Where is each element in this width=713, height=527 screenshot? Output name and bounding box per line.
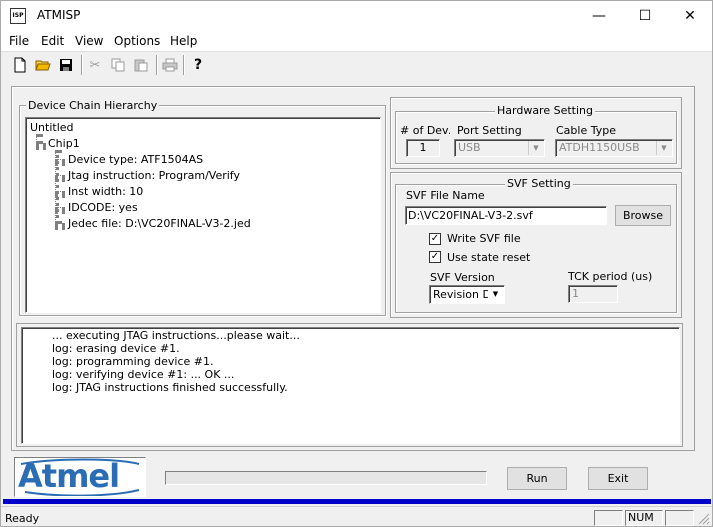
run-button[interactable]: Run xyxy=(507,467,567,490)
minimize-button[interactable]: — xyxy=(576,1,622,31)
cable-type-label: Cable Type xyxy=(556,124,616,137)
svf-file-label: SVF File Name xyxy=(406,189,485,202)
new-button[interactable] xyxy=(10,55,30,75)
num-dev-label: # of Dev. xyxy=(400,124,452,137)
exit-button[interactable]: Exit xyxy=(588,467,648,490)
tree-idcode[interactable]: IDCODE: yes xyxy=(68,201,138,214)
paste-button[interactable] xyxy=(131,55,151,75)
device-tree[interactable]: Untitled Chip1 Device type: ATF1504AS Jt… xyxy=(25,117,381,313)
open-folder-icon xyxy=(35,60,51,71)
status-text: Ready xyxy=(5,512,40,525)
menu-help[interactable]: Help xyxy=(170,34,197,48)
log-line: log: verifying device #1: ... OK ... xyxy=(52,368,235,381)
status-panel-caps xyxy=(594,510,623,526)
port-setting-label: Port Setting xyxy=(457,124,522,137)
print-button[interactable] xyxy=(160,55,180,75)
copy-button[interactable] xyxy=(108,55,128,75)
svf-title: SVF Setting xyxy=(505,177,573,190)
copy-icon xyxy=(111,58,125,72)
close-button[interactable]: ✕ xyxy=(667,1,713,31)
app-icon: ISP xyxy=(10,8,26,24)
menu-view[interactable]: View xyxy=(75,34,103,48)
resize-grip-icon[interactable] xyxy=(698,513,710,525)
menu-edit[interactable]: Edit xyxy=(41,34,64,48)
paste-icon xyxy=(134,59,148,72)
help-icon: ? xyxy=(193,57,203,73)
port-setting-value: USB xyxy=(458,141,481,154)
log-line: log: JTAG instructions finished successf… xyxy=(52,381,288,394)
device-chain-title: Device Chain Hierarchy xyxy=(26,99,160,112)
log-output[interactable]: ... executing JTAG instructions...please… xyxy=(21,327,680,444)
print-icon xyxy=(162,58,178,72)
port-setting-select[interactable]: USB ▼ xyxy=(454,139,545,157)
app-window: ISP ATMISP — ☐ ✕ File Edit View Options … xyxy=(0,0,713,527)
browse-button[interactable]: Browse xyxy=(615,205,671,226)
atmel-logo: Atmel xyxy=(14,457,146,497)
toolbar: ✂ ? xyxy=(1,51,712,77)
chevron-down-icon: ▼ xyxy=(656,141,671,155)
menu-file[interactable]: File xyxy=(9,34,29,48)
chevron-down-icon: ▼ xyxy=(528,141,543,155)
save-icon xyxy=(60,59,72,71)
log-line: ... executing JTAG instructions...please… xyxy=(52,329,300,342)
tree-inst-width[interactable]: Inst width: 10 xyxy=(68,185,143,198)
log-line: log: erasing device #1. xyxy=(52,342,180,355)
num-dev-field[interactable]: 1 xyxy=(406,139,440,157)
tree-jedec-file[interactable]: Jedec file: D:\VC20FINAL-V3-2.jed xyxy=(68,217,251,230)
svf-version-value: Revision D xyxy=(433,288,491,301)
save-button[interactable] xyxy=(56,55,76,75)
open-button[interactable] xyxy=(33,55,53,75)
help-button[interactable]: ? xyxy=(188,55,208,75)
tree-root[interactable]: Untitled xyxy=(30,121,74,134)
tree-device-type[interactable]: Device type: ATF1504AS xyxy=(68,153,203,166)
tree-chip[interactable]: Chip1 xyxy=(48,137,80,150)
progress-bar xyxy=(165,471,487,485)
menu-options[interactable]: Options xyxy=(114,34,160,48)
minimize-icon: — xyxy=(592,8,606,24)
new-file-icon xyxy=(14,57,26,73)
chevron-down-icon: ▼ xyxy=(488,287,503,302)
checkmark-icon: ✓ xyxy=(430,233,440,244)
tck-period-label: TCK period (us) xyxy=(568,270,653,283)
svf-version-select[interactable]: Revision D ▼ xyxy=(429,285,505,304)
close-icon: ✕ xyxy=(684,8,696,24)
write-svf-label[interactable]: Write SVF file xyxy=(447,232,521,245)
atmel-logo-text: Atmel xyxy=(18,457,120,495)
write-svf-checkbox[interactable]: ✓ xyxy=(429,233,441,245)
maximize-button[interactable]: ☐ xyxy=(622,1,668,31)
state-reset-checkbox[interactable]: ✓ xyxy=(429,251,441,263)
hardware-title: Hardware Setting xyxy=(495,104,595,117)
svf-version-label: SVF Version xyxy=(430,271,495,284)
cable-type-value: ATDH1150USB xyxy=(559,141,640,154)
cable-type-select[interactable]: ATDH1150USB ▼ xyxy=(555,139,673,157)
window-title: ATMISP xyxy=(37,8,81,22)
tck-period-field[interactable]: 1 xyxy=(568,285,618,303)
status-panel-num: NUM xyxy=(625,510,663,526)
status-panel-scroll xyxy=(665,510,694,526)
log-line: log: programming device #1. xyxy=(52,355,214,368)
accent-bar xyxy=(3,499,711,504)
checkmark-icon: ✓ xyxy=(430,251,440,262)
state-reset-label[interactable]: Use state reset xyxy=(447,251,530,264)
cut-icon: ✂ xyxy=(89,57,101,73)
status-bar: Ready NUM xyxy=(1,506,712,526)
menu-bar: File Edit View Options Help xyxy=(1,31,712,51)
title-bar[interactable]: ISP ATMISP — ☐ ✕ xyxy=(1,1,712,31)
svf-file-input[interactable]: D:\VC20FINAL-V3-2.svf xyxy=(405,206,607,225)
tree-jtag-instruction[interactable]: Jtag instruction: Program/Verify xyxy=(68,169,240,182)
maximize-icon: ☐ xyxy=(638,8,652,24)
cut-button[interactable]: ✂ xyxy=(85,55,105,75)
